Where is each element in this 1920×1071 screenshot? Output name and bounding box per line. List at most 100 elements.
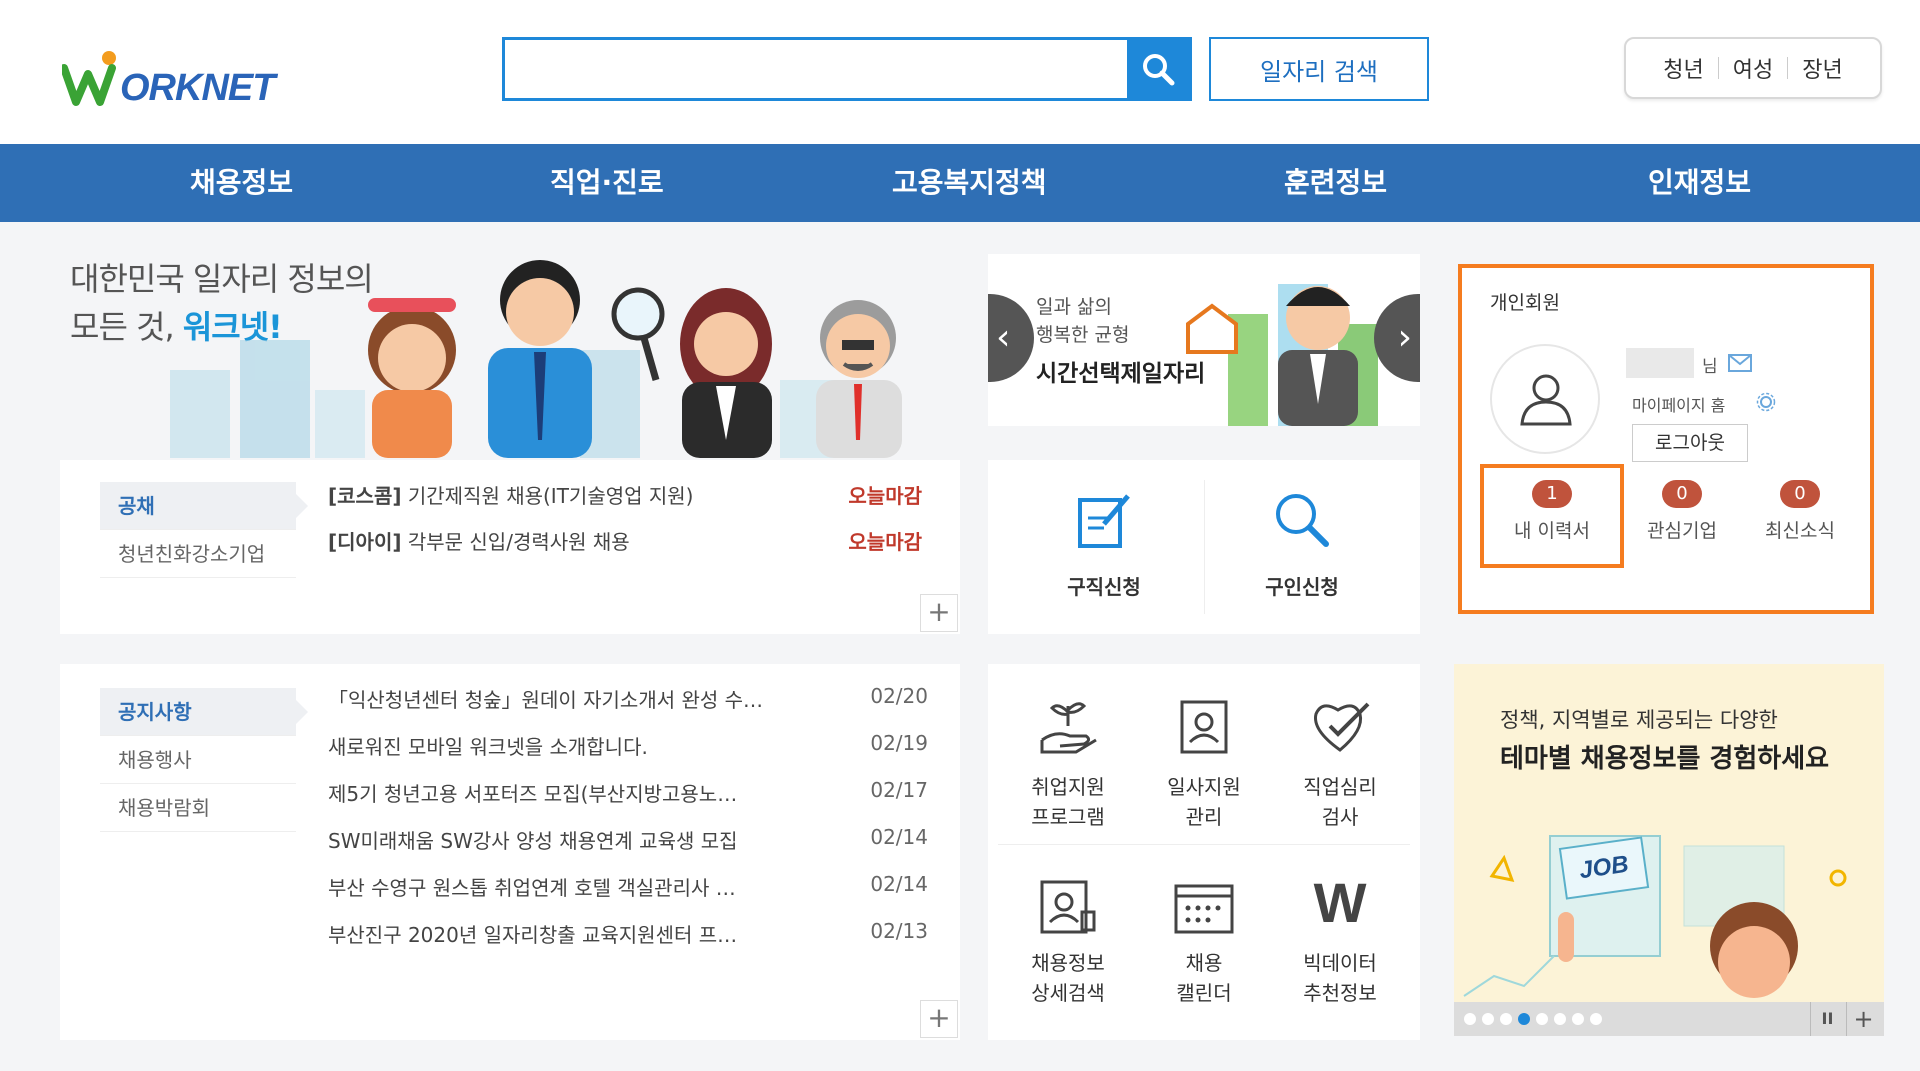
service-aptitude-test[interactable]: 직업심리 검사 — [1274, 682, 1406, 842]
notice-tabs: 공지사항 채용행사 채용박람회 — [100, 688, 308, 832]
worknet-logo[interactable]: ORKNET — [60, 50, 302, 121]
notice-title: 부산진구 2020년 일자리창출 교육지원센터 프… — [328, 923, 738, 947]
carousel-dot[interactable] — [1554, 1013, 1566, 1025]
notice-date: 02/20 — [870, 684, 928, 708]
news-label: 최신소식 — [1765, 520, 1835, 542]
nav-welfare-policy[interactable]: 고용복지정책 — [892, 144, 1047, 222]
service-label-line1: 취업지원 — [1031, 775, 1105, 799]
w-letter-icon: W — [1313, 871, 1367, 934]
carousel-dot-active[interactable] — [1518, 1013, 1530, 1025]
carousel-more-button[interactable]: + — [1846, 1002, 1880, 1036]
user-icon — [1520, 374, 1572, 426]
service-label: 취업지원프로그램 — [1002, 772, 1134, 832]
carousel-dot[interactable] — [1590, 1013, 1602, 1025]
service-bigdata-recommend[interactable]: W 빅데이터 추천정보 — [1274, 862, 1406, 1022]
notice-title: 「익산청년센터 청숲」원데이 자기소개서 완성 수… — [328, 688, 764, 712]
mail-icon[interactable] — [1728, 354, 1752, 372]
more-notice-button[interactable]: + — [920, 1000, 958, 1038]
deadline-badge: 오늘마감 — [848, 484, 922, 508]
service-employment-program[interactable]: 취업지원프로그램 — [1002, 682, 1134, 842]
theme-banner[interactable]: 정책, 지역별로 제공되는 다양한 테마별 채용정보를 경험하세요 JOB II… — [1454, 664, 1884, 1036]
carousel-pause-button[interactable]: II — [1810, 1002, 1844, 1036]
theme-subtitle: 정책, 지역별로 제공되는 다양한 — [1500, 708, 1778, 732]
tab-job-events[interactable]: 채용행사 — [100, 736, 296, 784]
carousel-dot[interactable] — [1464, 1013, 1476, 1025]
list-item[interactable]: [코스콤] 기간제직원 채용(IT기술영업 지원) 오늘마감 — [328, 480, 928, 520]
job-seek-label: 구직신청 — [1067, 575, 1141, 599]
latest-news-link[interactable]: 0 최신소식 — [1742, 468, 1858, 564]
list-item[interactable]: 새로워진 모바일 워크넷을 소개합니다. 02/19 — [328, 731, 928, 771]
notice-date: 02/17 — [870, 778, 928, 802]
job-offer-apply-button[interactable]: 구인신청 — [1204, 460, 1400, 634]
tab-job-fairs[interactable]: 채용박람회 — [100, 784, 296, 832]
job-search-button[interactable]: 일자리 검색 — [1209, 37, 1429, 101]
service-label: 직업심리 검사 — [1274, 772, 1406, 832]
interested-label: 관심기업 — [1647, 520, 1717, 542]
list-item[interactable]: [디아이] 각부문 신입/경력사원 채용 오늘마감 — [328, 526, 928, 566]
gear-icon[interactable] — [1756, 392, 1776, 412]
service-label: 채용 캘린더 — [1138, 948, 1270, 1008]
member-type-title: 개인회원 — [1490, 292, 1560, 314]
nav-training[interactable]: 훈련정보 — [1284, 144, 1387, 222]
list-item[interactable]: 부산진구 2020년 일자리창출 교육지원센터 프… 02/13 — [328, 919, 928, 959]
service-detailed-search[interactable]: 채용정보 상세검색 — [1002, 862, 1134, 1022]
job-offer-label: 구인신청 — [1265, 575, 1339, 599]
service-label-line2: 상세검색 — [1031, 981, 1105, 1005]
service-label: 빅데이터 추천정보 — [1274, 948, 1406, 1008]
my-resume-link[interactable]: 1 내 이력서 — [1484, 468, 1620, 564]
mypage-home-link[interactable]: 마이페이지 홈 — [1632, 392, 1725, 416]
service-label-line1: 채용 — [1185, 951, 1223, 975]
service-label-line2: 관리 — [1185, 805, 1223, 829]
tab-open-recruitment[interactable]: 공채 — [100, 482, 308, 530]
nav-recruitment[interactable]: 채용정보 — [190, 144, 293, 222]
news-count-badge: 0 — [1780, 480, 1820, 508]
list-item[interactable]: 부산 수영구 원스톱 취업연계 호텔 객실관리사 … 02/14 — [328, 872, 928, 912]
more-recruit-button[interactable]: + — [920, 594, 958, 632]
search-button[interactable] — [1127, 40, 1189, 98]
notice-date: 02/13 — [870, 919, 928, 943]
services-card: 취업지원 프로그램 일사지원 관리 직업심리 검사 채용정보 상세검색 채용 캘… — [988, 664, 1420, 1040]
service-label-line2: 검사 — [1321, 805, 1359, 829]
search-input[interactable] — [505, 40, 1127, 98]
calendar-icon — [1174, 884, 1234, 934]
list-item[interactable]: 「익산청년센터 청숲」원데이 자기소개서 완성 수… 02/20 — [328, 684, 928, 724]
hero-banner: 대한민국 일자리 정보의 모든 것, 워크넷! — [60, 240, 960, 458]
link-middle-aged[interactable]: 장년 — [1788, 52, 1856, 84]
user-name-suffix: 님 — [1702, 357, 1718, 377]
logout-button[interactable]: 로그아웃 — [1632, 424, 1748, 462]
list-item[interactable]: 제5기 청년고용 서포터즈 모집(부산지방고용노… 02/17 — [328, 778, 928, 818]
notice-card: 공지사항 채용행사 채용박람회 「익산청년센터 청숲」원데이 자기소개서 완성 … — [60, 664, 960, 1040]
job-seek-apply-button[interactable]: 구직신청 — [1006, 460, 1202, 634]
carousel-dot[interactable] — [1572, 1013, 1584, 1025]
link-women[interactable]: 여성 — [1719, 52, 1787, 84]
magnifier-icon — [1276, 494, 1329, 547]
slider-text-2: 행복한 균형 — [1036, 324, 1130, 346]
notice-title: 새로워진 모바일 워크넷을 소개합니다. — [328, 735, 648, 759]
nav-career[interactable]: 직업·진로 — [550, 144, 664, 222]
carousel-dot[interactable] — [1482, 1013, 1494, 1025]
avatar — [1490, 344, 1600, 454]
hero-illustration — [170, 260, 902, 458]
service-recruit-calendar[interactable]: 채용 캘린더 — [1138, 862, 1270, 1022]
nav-talent[interactable]: 인재정보 — [1648, 144, 1751, 222]
interested-count-badge: 0 — [1662, 480, 1702, 508]
job-title: 각부문 신입/경력사원 채용 — [407, 530, 630, 554]
link-youth[interactable]: 청년 — [1649, 52, 1717, 84]
notice-title: 제5기 청년고용 서포터즈 모집(부산지방고용노… — [328, 782, 738, 806]
tab-notices[interactable]: 공지사항 — [100, 688, 308, 736]
notice-title: SW미래채움 SW강사 양성 채용연계 교육생 모집 — [328, 829, 738, 853]
carousel-dot[interactable] — [1500, 1013, 1512, 1025]
search-box — [502, 37, 1192, 101]
interested-company-link[interactable]: 0 관심기업 — [1624, 468, 1740, 564]
tab-youth-friendly-sme[interactable]: 청년친화강소기업 — [100, 530, 296, 578]
service-work-experience[interactable]: 일사지원 관리 — [1138, 682, 1270, 842]
carousel-dot[interactable] — [1536, 1013, 1548, 1025]
notice-title: 부산 수영구 원스톱 취업연계 호텔 객실관리사 … — [328, 876, 736, 900]
list-item[interactable]: SW미래채움 SW강사 양성 채용연계 교육생 모집 02/14 — [328, 825, 928, 865]
svg-text:ORKNET: ORKNET — [120, 67, 278, 109]
slider-text-3: 시간선택제일자리 — [1036, 361, 1206, 387]
notice-date: 02/14 — [870, 825, 928, 849]
carousel-dots — [1464, 1013, 1602, 1025]
service-label-line2: 프로그램 — [1031, 805, 1105, 829]
recruit-card: 공채 청년친화강소기업 [코스콤] 기간제직원 채용(IT기술영업 지원) 오늘… — [60, 460, 960, 634]
